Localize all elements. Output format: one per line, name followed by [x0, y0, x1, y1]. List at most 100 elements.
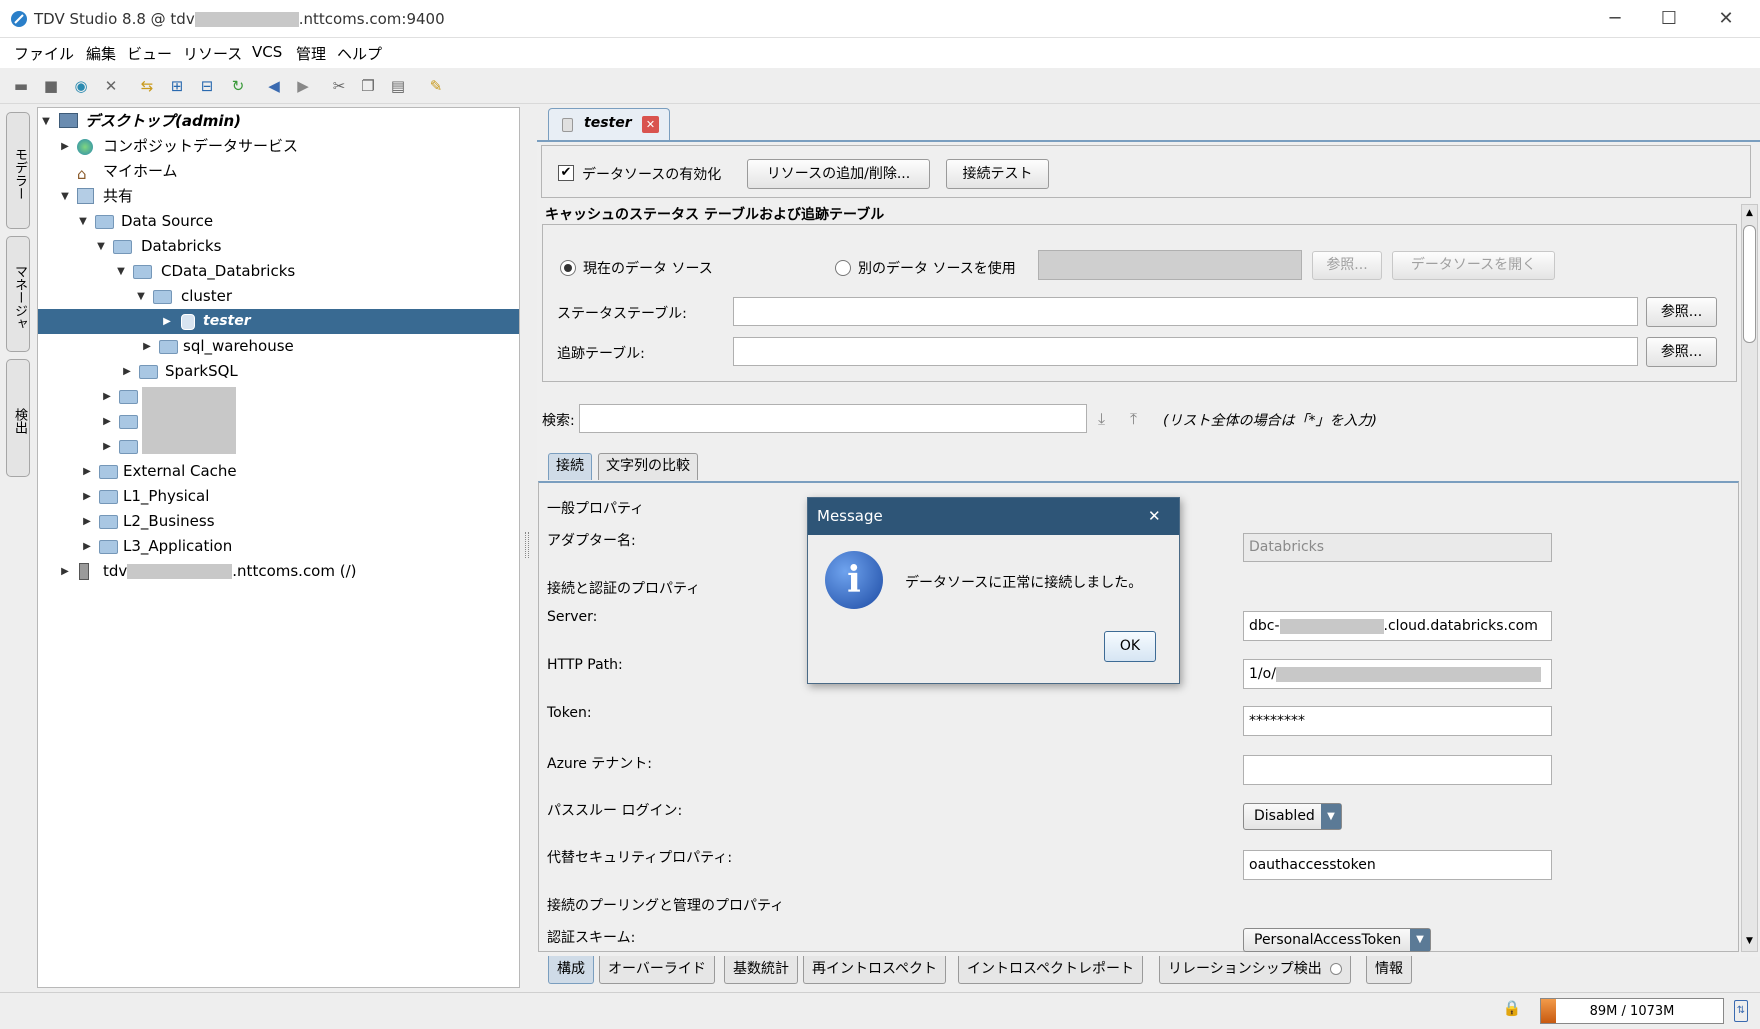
- bottom-tab-relationship[interactable]: リレーションシップ検出: [1159, 956, 1351, 984]
- auth-scheme-select[interactable]: PersonalAccessToken ▼: [1243, 928, 1431, 952]
- status-table-input[interactable]: [733, 297, 1638, 326]
- expand-arrow-icon[interactable]: ▶: [81, 509, 93, 534]
- collapse-arrow-icon[interactable]: ▼: [95, 234, 107, 259]
- collapse-arrow-icon[interactable]: ▼: [40, 109, 52, 134]
- tree-node-data-source[interactable]: ▼ Data Source: [38, 209, 519, 234]
- close-window-button[interactable]: ✕: [1703, 4, 1749, 34]
- tree-node-cluster[interactable]: ▼ cluster: [38, 284, 519, 309]
- expand-arrow-icon[interactable]: ▶: [81, 459, 93, 484]
- reload-icon[interactable]: ↻: [228, 76, 248, 96]
- passthrough-login-select[interactable]: Disabled ▼: [1243, 803, 1342, 830]
- copy-icon[interactable]: ❐: [358, 76, 378, 96]
- open-icon[interactable]: ▬: [11, 76, 31, 96]
- tree-node-external-cache[interactable]: ▶ External Cache: [38, 459, 519, 484]
- menu-view[interactable]: ビュー: [127, 43, 172, 64]
- tree-node-sparksql[interactable]: ▶ SparkSQL: [38, 359, 519, 384]
- expand-arrow-icon[interactable]: ▶: [81, 534, 93, 559]
- delete-icon[interactable]: ✕: [101, 76, 121, 96]
- subtab-string-compare[interactable]: 文字列の比較: [598, 453, 698, 480]
- tree-node-l1-physical[interactable]: ▶ L1_Physical: [38, 484, 519, 509]
- tree-node-l3-application[interactable]: ▶ L3_Application: [38, 534, 519, 559]
- upload-arrow-icon[interactable]: ⤒: [1130, 409, 1137, 429]
- tree-node-server[interactable]: ▶ tdv .nttcoms.com (/): [38, 559, 519, 584]
- enable-datasource-checkbox[interactable]: ✔: [558, 165, 574, 181]
- dialog-close-icon[interactable]: ✕: [1148, 498, 1161, 535]
- minimize-button[interactable]: ─: [1592, 4, 1638, 34]
- tree-node-redacted-2[interactable]: ▶: [38, 409, 519, 434]
- ok-button[interactable]: OK: [1104, 631, 1156, 662]
- tree-node-l2-business[interactable]: ▶ L2_Business: [38, 509, 519, 534]
- memory-indicator[interactable]: 89M / 1073M: [1540, 998, 1724, 1024]
- tree-node-home[interactable]: ⌂ マイホーム: [38, 159, 519, 184]
- expand-arrow-icon[interactable]: ▶: [101, 434, 113, 459]
- collapse-icon[interactable]: ⊟: [197, 76, 217, 96]
- menu-resource[interactable]: リソース: [183, 43, 242, 64]
- scroll-down-icon[interactable]: ▼: [1742, 933, 1757, 949]
- other-datasource-field[interactable]: [1038, 250, 1302, 280]
- maximize-button[interactable]: ☐: [1646, 4, 1692, 34]
- expand-arrow-icon[interactable]: ▶: [141, 334, 153, 359]
- tree-node-tester[interactable]: ▶ tester: [38, 309, 519, 334]
- save-icon[interactable]: ■: [41, 76, 61, 96]
- add-remove-resources-button[interactable]: リソースの追加/削除...: [747, 159, 930, 189]
- other-datasource-radio[interactable]: [835, 260, 851, 276]
- current-datasource-radio[interactable]: [560, 260, 576, 276]
- expand-arrow-icon[interactable]: ▶: [121, 359, 133, 384]
- cut-icon[interactable]: ✂: [329, 76, 349, 96]
- expand-arrow-icon[interactable]: ▶: [81, 484, 93, 509]
- back-icon[interactable]: ◀: [264, 76, 284, 96]
- editor-tab-tester[interactable]: tester ✕: [548, 108, 670, 140]
- scroll-up-icon[interactable]: ▲: [1742, 205, 1757, 221]
- tree-node-shared[interactable]: ▼ 共有: [38, 184, 519, 209]
- menu-admin[interactable]: 管理: [296, 43, 326, 64]
- expand-arrow-icon[interactable]: ▶: [59, 559, 71, 584]
- menu-edit[interactable]: 編集: [86, 43, 116, 64]
- open-datasource-button[interactable]: データソースを開く: [1392, 251, 1555, 280]
- bottom-tab-introspect-report[interactable]: イントロスペクトレポート: [958, 956, 1144, 984]
- refresh-resource-icon[interactable]: ⇆: [137, 76, 157, 96]
- publish-icon[interactable]: ◉: [71, 76, 91, 96]
- gc-icon[interactable]: ⇅: [1734, 1000, 1748, 1022]
- collapse-arrow-icon[interactable]: ▼: [59, 184, 71, 209]
- token-input[interactable]: ********: [1243, 706, 1552, 736]
- tree-node-desktop[interactable]: ▼ デスクトップ(admin): [38, 109, 519, 134]
- search-input[interactable]: [579, 404, 1087, 433]
- subtab-connection[interactable]: 接続: [548, 453, 592, 480]
- browse-status-button[interactable]: 参照...: [1646, 297, 1717, 327]
- expand-arrow-icon[interactable]: ▶: [101, 384, 113, 409]
- expand-arrow-icon[interactable]: ▶: [59, 134, 71, 159]
- vertical-scrollbar[interactable]: ▲ ▼: [1741, 204, 1758, 952]
- annotate-icon[interactable]: ✎: [426, 76, 446, 96]
- lock-icon[interactable]: 🔒: [1501, 999, 1523, 1023]
- browse-disabled-button[interactable]: 参照...: [1312, 251, 1382, 280]
- collapse-arrow-icon[interactable]: ▼: [115, 259, 127, 284]
- azure-tenant-input[interactable]: [1243, 755, 1552, 785]
- tree-node-sql-warehouse[interactable]: ▶ sql_warehouse: [38, 334, 519, 359]
- forward-icon[interactable]: ▶: [293, 76, 313, 96]
- side-tab-discovery[interactable]: 検出: [6, 359, 30, 477]
- bottom-tab-override[interactable]: オーバーライド: [599, 956, 715, 984]
- bottom-tab-reintrospect[interactable]: 再イントロスペクト: [803, 956, 947, 984]
- paste-icon[interactable]: ▤: [388, 76, 408, 96]
- tree-node-composite[interactable]: ▶ コンポジットデータサービス: [38, 134, 519, 159]
- collapse-arrow-icon[interactable]: ▼: [135, 284, 147, 309]
- browse-tracking-button[interactable]: 参照...: [1646, 337, 1717, 367]
- close-tab-icon[interactable]: ✕: [642, 116, 659, 133]
- bottom-tab-info[interactable]: 情報: [1366, 956, 1412, 984]
- side-tab-manager[interactable]: マネージャ: [6, 236, 30, 352]
- download-arrow-icon[interactable]: ⤓: [1098, 409, 1105, 429]
- tree-node-databricks[interactable]: ▼ Databricks: [38, 234, 519, 259]
- http-path-input[interactable]: 1/o/: [1243, 659, 1552, 689]
- bottom-tab-config[interactable]: 構成: [548, 956, 594, 984]
- tree-node-redacted-1[interactable]: ▶: [38, 384, 519, 409]
- server-input[interactable]: dbc- .cloud.databricks.com: [1243, 611, 1552, 641]
- collapse-arrow-icon[interactable]: ▼: [77, 209, 89, 234]
- scroll-thumb[interactable]: [1743, 225, 1756, 343]
- expand-arrow-icon[interactable]: ▶: [161, 309, 173, 334]
- tracking-table-input[interactable]: [733, 337, 1638, 366]
- menu-help[interactable]: ヘルプ: [337, 43, 382, 64]
- test-connection-button[interactable]: 接続テスト: [946, 159, 1049, 189]
- bottom-tab-cardinality[interactable]: 基数統計: [724, 956, 798, 984]
- splitter-handle[interactable]: [522, 107, 532, 988]
- expand-arrow-icon[interactable]: ▶: [101, 409, 113, 434]
